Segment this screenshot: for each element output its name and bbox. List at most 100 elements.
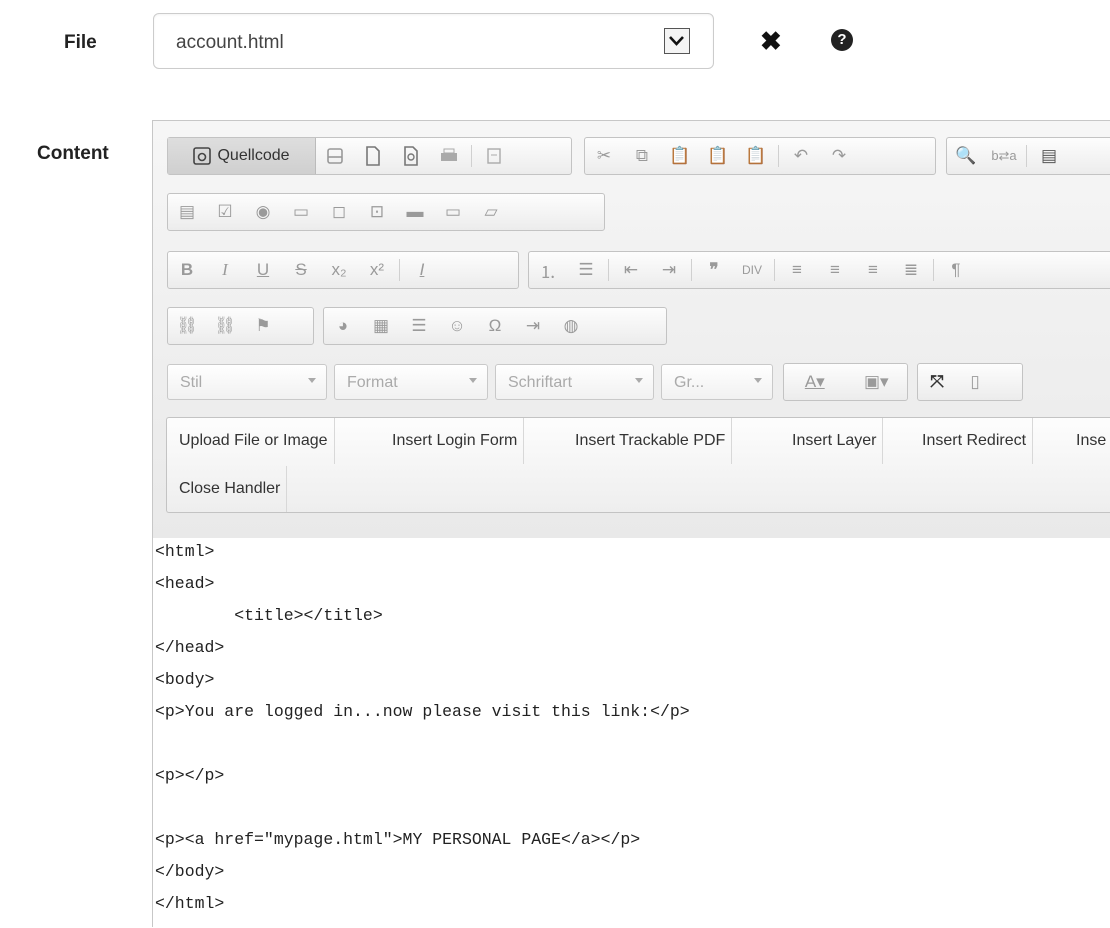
save-icon[interactable] (316, 138, 354, 174)
underline-icon[interactable]: U (244, 252, 282, 288)
new-page-icon[interactable] (354, 138, 392, 174)
source-code-area[interactable]: <html> <head> <title></title> </head> <b… (153, 538, 1110, 928)
button-field-icon[interactable]: ▬ (396, 194, 434, 230)
align-center-icon[interactable]: ≡ (816, 252, 854, 288)
editor-toolbar: Quellcode ✂ ⧉ 📋 📋 📋 ↶ ↷ 🔍 b⇄a ▤ ▤ ☑ ◉ ▭ … (153, 121, 1110, 539)
source-line: <title></title> (155, 606, 383, 625)
toolbar-group-basic-styles: B I U S x₂ x² I (167, 251, 519, 289)
chevron-down-icon[interactable] (664, 28, 690, 54)
source-line: <body> (155, 670, 215, 689)
toolbar-group-forms: ▤ ☑ ◉ ▭ ◻ ⊡ ▬ ▭ ▱ (167, 193, 605, 231)
decrease-indent-icon[interactable]: ⇤ (612, 252, 650, 288)
link-icon[interactable]: ⛓ (168, 308, 206, 344)
toolbar-group-paragraph: ⒈ ☰ ⇤ ⇥ ❞ DIV ≡ ≡ ≡ ≣ ¶ (528, 251, 1110, 289)
radio-icon[interactable]: ◉ (244, 194, 282, 230)
hidden-field-icon[interactable]: ▱ (472, 194, 510, 230)
plugin-toolbar: Upload File or Image Insert Login Form I… (166, 417, 1110, 513)
strikethrough-icon[interactable]: S (282, 252, 320, 288)
source-line: </body> (155, 862, 225, 881)
select-all-icon[interactable]: ▤ (1030, 138, 1068, 174)
close-handler-button[interactable]: Close Handler (173, 466, 288, 512)
smiley-icon[interactable]: ☺ (438, 308, 476, 344)
subscript-icon[interactable]: x₂ (320, 252, 358, 288)
toolbar-separator (933, 259, 934, 281)
replace-icon[interactable]: b⇄a (985, 138, 1023, 174)
iframe-icon[interactable]: ◍ (552, 308, 590, 344)
redo-icon[interactable]: ↷ (820, 138, 858, 174)
file-select[interactable]: account.html (153, 13, 714, 69)
cut-icon[interactable]: ✂ (585, 138, 623, 174)
maximize-icon[interactable]: ⤧ (918, 364, 956, 400)
page-break-icon[interactable]: ⇥ (514, 308, 552, 344)
special-character-icon[interactable]: Ω (476, 308, 514, 344)
source-line: </head> (155, 638, 225, 657)
style-select[interactable]: Stil (167, 364, 327, 400)
blockquote-icon[interactable]: ❞ (695, 252, 733, 288)
find-icon[interactable]: 🔍 (947, 138, 985, 174)
div-container-icon[interactable]: DIV (733, 252, 771, 288)
toolbar-separator (778, 145, 779, 167)
toolbar-group-document: Quellcode (167, 137, 572, 175)
bold-icon[interactable]: B (168, 252, 206, 288)
paste-text-icon[interactable]: 📋 (699, 138, 737, 174)
style-select-label: Stil (180, 374, 203, 391)
format-select[interactable]: Format (334, 364, 488, 400)
insert-login-form-button[interactable]: Insert Login Form (386, 418, 525, 464)
templates-icon[interactable] (475, 138, 513, 174)
numbered-list-icon[interactable]: ⒈ (529, 252, 567, 288)
remove-format-icon[interactable]: I (403, 252, 441, 288)
insert-layer-button[interactable]: Insert Layer (786, 418, 884, 464)
text-color-icon[interactable]: A▾ (784, 364, 846, 400)
print-icon[interactable] (430, 138, 468, 174)
chevron-down-icon (308, 378, 316, 383)
upload-file-button[interactable]: Upload File or Image (173, 418, 335, 464)
toolbar-group-clipboard: ✂ ⧉ 📋 📋 📋 ↶ ↷ (584, 137, 936, 175)
toolbar-separator (471, 145, 472, 167)
close-icon[interactable]: ✖ (760, 28, 782, 54)
superscript-icon[interactable]: x² (358, 252, 396, 288)
checkbox-icon[interactable]: ☑ (206, 194, 244, 230)
copy-icon[interactable]: ⧉ (623, 138, 661, 174)
justify-icon[interactable]: ≣ (892, 252, 930, 288)
form-icon[interactable]: ▤ (168, 194, 206, 230)
chevron-down-icon (754, 378, 762, 383)
text-field-icon[interactable]: ▭ (282, 194, 320, 230)
unlink-icon[interactable]: ⛓ (206, 308, 244, 344)
toolbar-separator (691, 259, 692, 281)
align-left-icon[interactable]: ≡ (778, 252, 816, 288)
text-direction-ltr-icon[interactable]: ¶ (937, 252, 975, 288)
toolbar-separator (608, 259, 609, 281)
toolbar-separator (399, 259, 400, 281)
toolbar-group-colors: A▾ ▣▾ (783, 363, 908, 401)
preview-icon[interactable] (392, 138, 430, 174)
flash-icon[interactable]: ◕ (324, 308, 362, 344)
font-size-select[interactable]: Gr... (661, 364, 773, 400)
undo-icon[interactable]: ↶ (782, 138, 820, 174)
toolbar-group-insert: ◕ ▦ ☰ ☺ Ω ⇥ ◍ (323, 307, 667, 345)
align-right-icon[interactable]: ≡ (854, 252, 892, 288)
insert-redirect-button[interactable]: Insert Redirect (916, 418, 1034, 464)
source-line: <p></p> (155, 766, 225, 785)
source-line: <html> (155, 542, 215, 561)
image-button-icon[interactable]: ▭ (434, 194, 472, 230)
background-color-icon[interactable]: ▣▾ (846, 364, 908, 400)
insert-more-button[interactable]: Inse (1070, 418, 1110, 464)
italic-icon[interactable]: I (206, 252, 244, 288)
select-field-icon[interactable]: ⊡ (358, 194, 396, 230)
font-select[interactable]: Schriftart (495, 364, 654, 400)
textarea-icon[interactable]: ◻ (320, 194, 358, 230)
anchor-icon[interactable]: ⚑ (244, 308, 282, 344)
source-button[interactable]: Quellcode (168, 138, 316, 174)
source-line: <p>You are logged in...now please visit … (155, 702, 690, 721)
toolbar-group-find: 🔍 b⇄a ▤ (946, 137, 1110, 175)
paste-icon[interactable]: 📋 (661, 138, 699, 174)
table-icon[interactable]: ▦ (362, 308, 400, 344)
paste-word-icon[interactable]: 📋 (737, 138, 775, 174)
insert-trackable-pdf-button[interactable]: Insert Trackable PDF (569, 418, 733, 464)
horizontal-line-icon[interactable]: ☰ (400, 308, 438, 344)
question-circle-icon[interactable]: ? (831, 29, 853, 51)
show-blocks-icon[interactable]: ▯ (956, 364, 994, 400)
increase-indent-icon[interactable]: ⇥ (650, 252, 688, 288)
content-label: Content (37, 143, 109, 164)
bulleted-list-icon[interactable]: ☰ (567, 252, 605, 288)
